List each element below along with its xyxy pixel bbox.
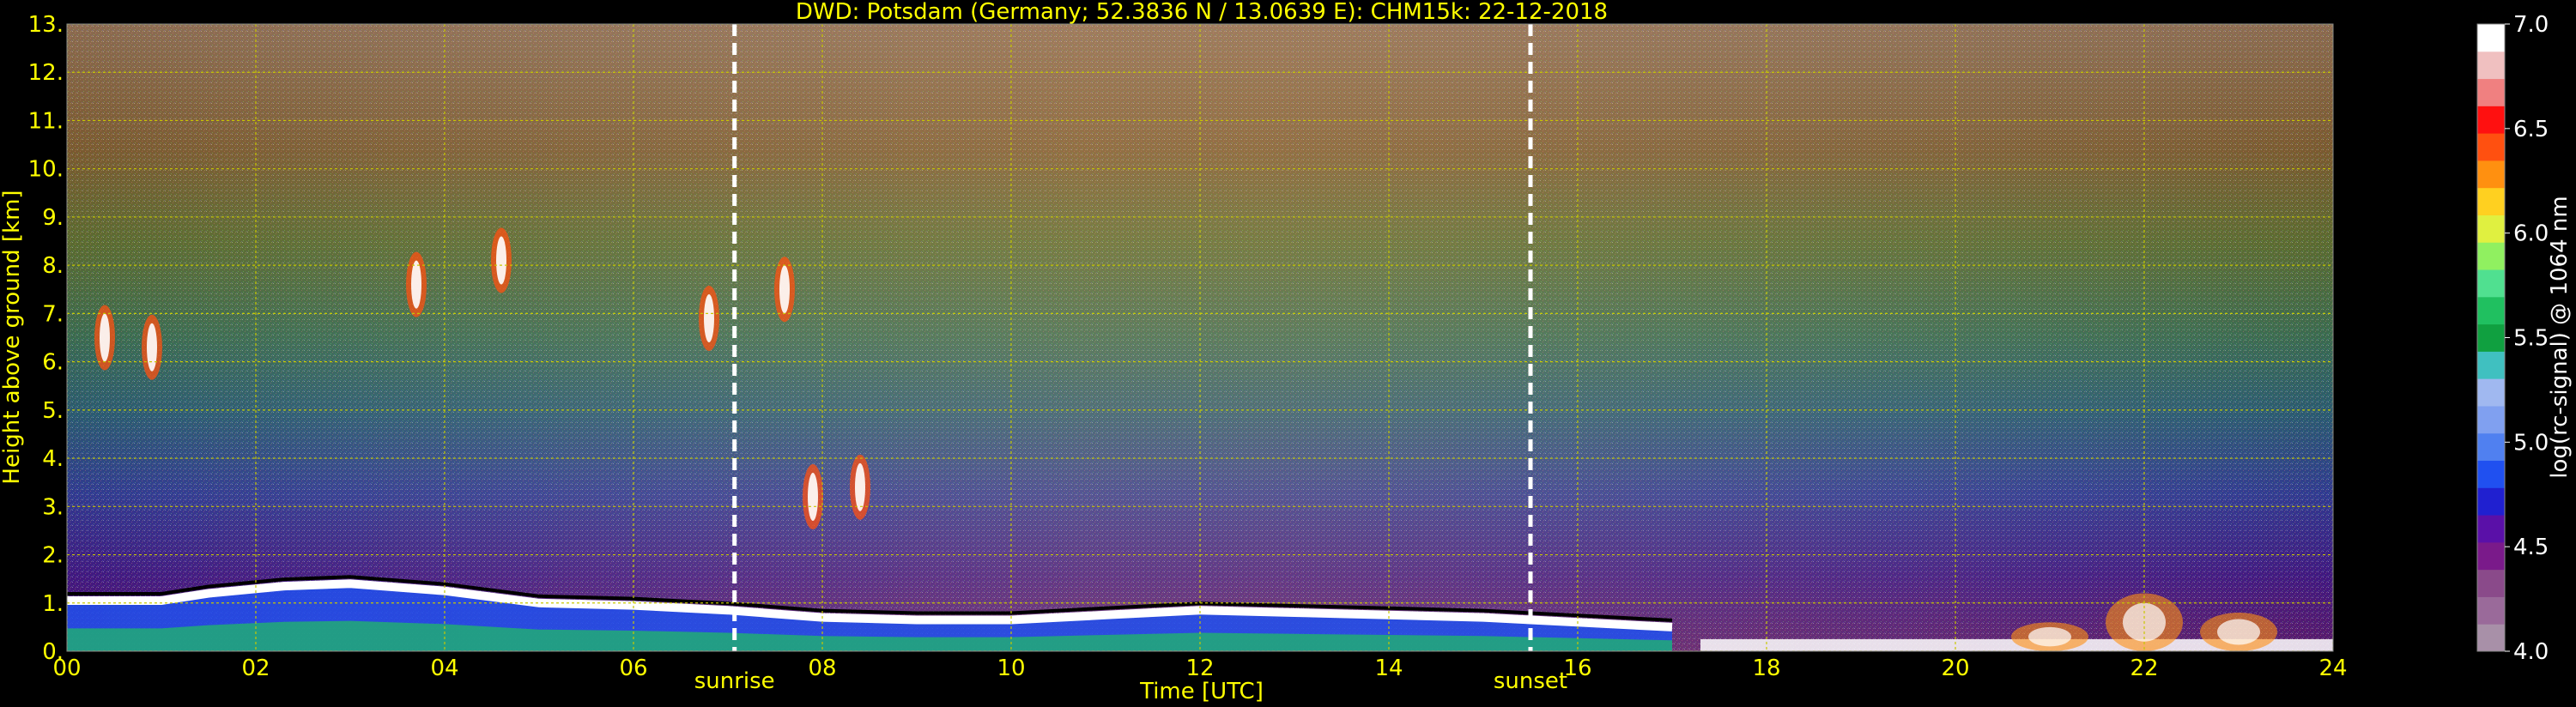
colorbar-segment	[2477, 51, 2505, 80]
y-tick-label: 1.	[42, 591, 64, 617]
x-tick-label: 02	[241, 656, 270, 681]
elevated-cloud-core	[147, 323, 157, 372]
y-tick-label: 6.	[42, 350, 64, 376]
colorbar-segment	[2477, 378, 2505, 407]
elevated-cloud-core	[808, 473, 818, 522]
colorbar-segment	[2477, 432, 2505, 462]
y-tick-label: 4.	[42, 446, 64, 472]
x-tick-label: 20	[1941, 656, 1969, 681]
elevated-cloud-core	[411, 260, 421, 309]
x-tick-label: 06	[619, 656, 647, 681]
aerosol-core	[2217, 619, 2260, 645]
colorbar-segment	[2477, 515, 2505, 543]
x-tick-label: 12	[1185, 656, 1214, 681]
y-tick-label: 13.	[28, 12, 64, 38]
aerosol-core	[2028, 626, 2071, 647]
ceilometer-figure: DWD: Potsdam (Germany; 52.3836 N / 13.06…	[0, 0, 2573, 704]
x-tick-label: 14	[1374, 656, 1403, 681]
elevated-cloud-core	[704, 294, 714, 343]
y-tick-label: 2.	[42, 543, 64, 569]
colorbar-tick-label: 5.5	[2513, 326, 2549, 352]
sun-marker-label: sunrise	[694, 668, 775, 694]
y-tick-label: 7.	[42, 301, 64, 327]
colorbar-segment	[2477, 323, 2505, 352]
x-tick-label: 18	[1752, 656, 1780, 681]
y-tick-label: 5.	[42, 398, 64, 424]
x-tick-label: 08	[808, 656, 836, 681]
y-tick-label: 9.	[42, 205, 64, 231]
colorbar-tick-label: 5.0	[2513, 430, 2549, 456]
elevated-cloud-core	[100, 313, 110, 362]
x-axis-label: Time [UTC]	[1139, 679, 1264, 704]
colorbar-segment	[2477, 460, 2505, 488]
colorbar-segment	[2477, 78, 2505, 106]
colorbar-segment	[2477, 242, 2505, 270]
colorbar-label: log(rc-signal) @ 1064 nm	[2547, 196, 2573, 478]
colorbar-tick-label: 4.0	[2513, 639, 2549, 665]
x-tick-label: 04	[430, 656, 458, 681]
y-tick-label: 0.	[42, 639, 64, 665]
colorbar-segment	[2477, 296, 2505, 325]
y-tick-label: 10.	[28, 157, 64, 183]
x-tick-label: 10	[997, 656, 1025, 681]
x-tick-labels: 00 02 04 06 08 10 12 14 16 18 20 22 24	[52, 656, 2347, 681]
colorbar-tick-labels: 4.0 4.5 5.0 5.5 6.0 6.5 7.0	[2505, 12, 2549, 665]
colorbar-segment	[2477, 269, 2505, 298]
y-axis-label: Height above ground [km]	[0, 190, 25, 484]
colorbar-segment	[2477, 624, 2505, 652]
sun-marker-label: sunset	[1494, 668, 1567, 694]
colorbar-segment	[2477, 133, 2505, 161]
colorbar-segment	[2477, 541, 2505, 571]
x-tick-label: 16	[1563, 656, 1591, 681]
colorbar-tick-label: 6.0	[2513, 221, 2549, 247]
y-tick-label: 11.	[28, 108, 64, 134]
colorbar-segment	[2477, 187, 2505, 215]
colorbar-segment	[2477, 106, 2505, 134]
y-tick-labels: 0. 1. 2. 3. 4. 5. 6. 7. 8. 9. 10. 11. 12. 13.	[28, 12, 64, 665]
y-tick-label: 12.	[28, 60, 64, 86]
elevated-cloud-core	[779, 265, 790, 314]
y-tick-label: 8.	[42, 253, 64, 279]
colorbar-tick-label: 7.0	[2513, 12, 2549, 38]
colorbar-segment	[2477, 215, 2505, 243]
chart-title: DWD: Potsdam (Germany; 52.3836 N / 13.06…	[796, 0, 1608, 25]
colorbar-segment	[2477, 24, 2505, 52]
x-tick-label: 22	[2130, 656, 2158, 681]
x-tick-label: 24	[2318, 656, 2347, 681]
colorbar-segment	[2477, 487, 2505, 516]
colorbar-segment	[2477, 351, 2505, 379]
colorbar-tick-label: 6.5	[2513, 117, 2549, 142]
colorbar-segment	[2477, 160, 2505, 189]
elevated-cloud-core	[496, 236, 506, 285]
colorbar-segment	[2477, 405, 2505, 434]
y-tick-label: 3.	[42, 494, 64, 520]
colorbar	[2476, 23, 2506, 652]
colorbar-segment	[2477, 569, 2505, 597]
colorbar-segment	[2477, 596, 2505, 625]
colorbar-tick-label: 4.5	[2513, 535, 2549, 560]
elevated-cloud-core	[855, 462, 865, 511]
